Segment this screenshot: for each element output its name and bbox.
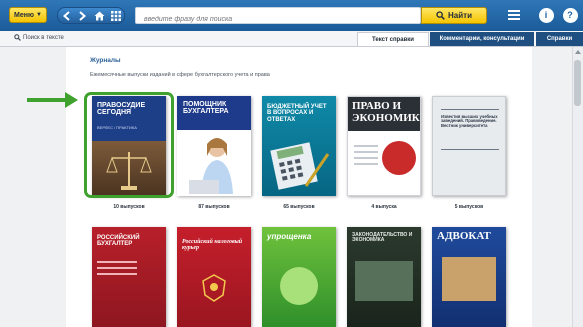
menu-icon[interactable] (506, 7, 522, 23)
cover-title: БЮДЖЕТНЫЙ УЧЕТ В ВОПРОСАХ И ОТВЕТАХ (267, 104, 327, 123)
cover-title: ПРАВО И ЭКОНОМИКА (352, 100, 421, 124)
forward-icon[interactable] (75, 9, 91, 23)
section-heading: Журналы (90, 57, 121, 64)
cover-title: упрощенка (267, 232, 312, 241)
grid-icon[interactable] (108, 9, 124, 23)
journal-cover-6[interactable]: РОССИЙСКИЙ БУХГАЛТЕР (92, 227, 166, 327)
info-icon[interactable]: i (538, 7, 554, 23)
search-input[interactable] (136, 12, 420, 27)
search-field[interactable] (135, 7, 421, 27)
journal-cover-3[interactable]: БЮДЖЕТНЫЙ УЧЕТ В ВОПРОСАХ И ОТВЕТАХ (262, 96, 336, 196)
issue-count: 5 выпусков (454, 204, 484, 210)
find-button[interactable]: Найти (421, 7, 487, 24)
issue-count: 4 выпуска (371, 204, 397, 210)
text-line (354, 151, 378, 153)
tab-document-text[interactable]: Текст справки (357, 32, 429, 46)
journal-cover-10[interactable]: АДВОКАТ (432, 227, 506, 327)
find-button-label: Найти (448, 11, 472, 20)
calculator-illustration (270, 142, 330, 190)
search-icon (436, 11, 445, 20)
search-in-text-label: Поиск в тексте (23, 34, 64, 41)
cover-image-block (442, 257, 496, 301)
search-in-text-button[interactable]: Поиск в тексте (14, 34, 64, 41)
app-window: Меню ▼ Н (0, 0, 583, 327)
scrollbar-thumb[interactable] (574, 60, 581, 106)
journal-cover-7[interactable]: Российский налоговый курьер (177, 227, 251, 327)
text-line (97, 273, 137, 275)
journal-cover-4[interactable]: ПРАВО И ЭКОНОМИКА (347, 96, 421, 196)
red-circle-decoration (382, 141, 416, 175)
cover-title: ПОМОЩНИК БУХГАЛТЕРА (183, 101, 229, 116)
coat-of-arms-icon (202, 274, 226, 302)
home-icon[interactable] (91, 9, 107, 23)
scroll-up-icon[interactable] (575, 50, 581, 54)
left-gutter (0, 47, 66, 327)
menu-button-label: Меню (14, 11, 34, 19)
cover-title: ЗАКОНОДАТЕЛЬСТВО И ЭКОНОМИКА (352, 232, 413, 244)
selected-journal-highlight (84, 92, 174, 198)
decorative-circle (280, 267, 318, 305)
cover-rule (441, 149, 499, 150)
cover-title: Известия высших учебных заведений. Право… (441, 114, 498, 128)
help-icon[interactable]: ? (562, 7, 578, 23)
cover-title: Российский налоговый курьер (182, 239, 243, 252)
issue-count: 65 выпусков (283, 204, 315, 210)
issue-count: 10 выпусков (113, 204, 145, 210)
cover-rule (441, 109, 499, 110)
woman-photo-illustration (189, 138, 233, 194)
chevron-down-icon: ▼ (35, 12, 42, 18)
journal-cover-5[interactable]: Известия высших учебных заведений. Право… (432, 96, 506, 196)
cover-title: РОССИЙСКИЙ БУХГАЛТЕР (97, 235, 140, 248)
text-line (354, 163, 378, 165)
journal-cover-9[interactable]: ЗАКОНОДАТЕЛЬСТВО И ЭКОНОМИКА (347, 227, 421, 327)
right-gutter (532, 47, 572, 327)
top-toolbar: Меню ▼ Н (0, 0, 583, 32)
text-line (97, 261, 137, 263)
text-line (354, 145, 378, 147)
secondary-bar: Поиск в тексте Текст справки Комментарии… (0, 31, 583, 47)
journal-cover-8[interactable]: упрощенка (262, 227, 336, 327)
section-subtitle: Ежемесячные выпуски изданий в сфере бухг… (90, 72, 270, 78)
text-line (97, 267, 137, 269)
search-icon (14, 34, 21, 41)
pointer-arrow-icon (27, 92, 78, 108)
cover-image-block (355, 261, 413, 301)
tab-comments[interactable]: Комментарии, консультации (430, 32, 534, 46)
navigation-buttons (57, 7, 125, 24)
back-icon[interactable] (58, 9, 74, 23)
cover-title: АДВОКАТ (437, 230, 491, 242)
menu-button[interactable]: Меню ▼ (9, 7, 47, 23)
issue-count: 87 выпусков (198, 204, 230, 210)
tab-references[interactable]: Справки (536, 32, 583, 46)
text-line (354, 157, 378, 159)
journal-cover-2[interactable]: ПОМОЩНИК БУХГАЛТЕРА (177, 96, 251, 196)
